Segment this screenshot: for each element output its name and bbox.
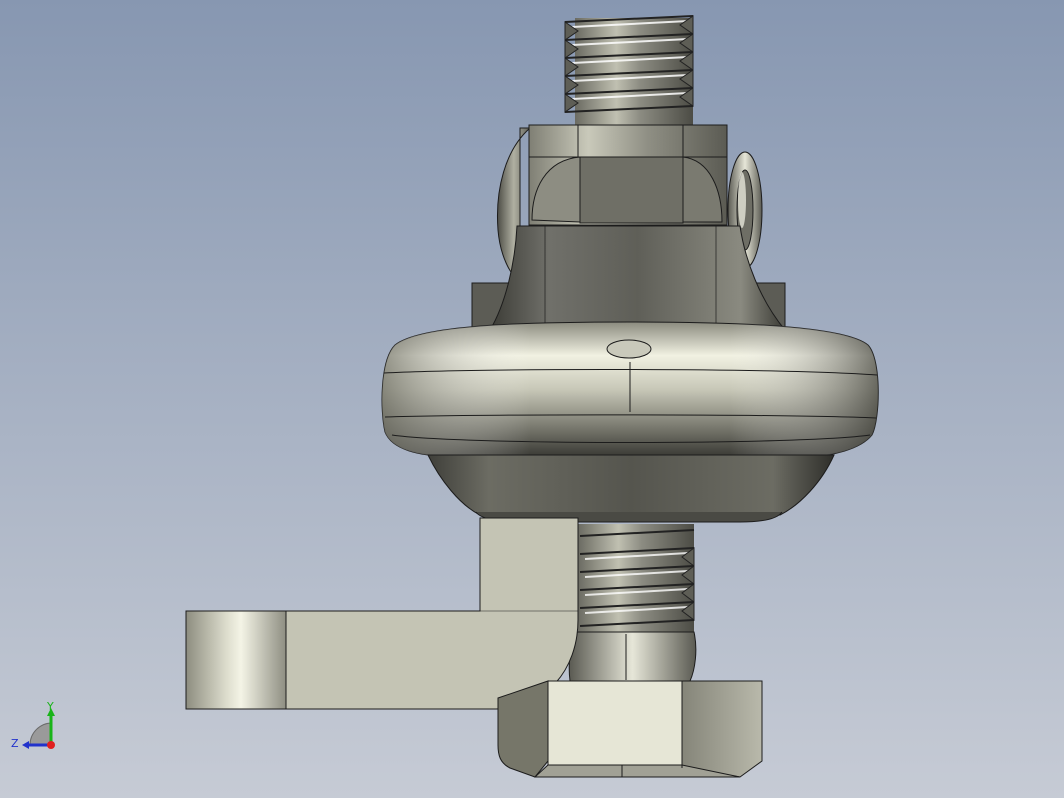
flange-disc[interactable] — [381, 321, 879, 457]
flange-marker-dot — [606, 339, 652, 359]
triad-x-axis-dot — [47, 741, 55, 749]
upper-threaded-stud[interactable] — [564, 15, 694, 126]
hex-nut[interactable] — [497, 680, 763, 778]
lower-threaded-stud[interactable] — [568, 524, 697, 682]
triad-z-label: Z — [11, 737, 19, 750]
neck-housing[interactable] — [471, 225, 787, 334]
model-view[interactable]: Y Z — [0, 0, 1064, 798]
triad-y-label: Y — [46, 700, 54, 713]
cad-graphics-viewport[interactable]: Y Z — [0, 0, 1064, 798]
lower-cone-body[interactable] — [427, 454, 835, 523]
